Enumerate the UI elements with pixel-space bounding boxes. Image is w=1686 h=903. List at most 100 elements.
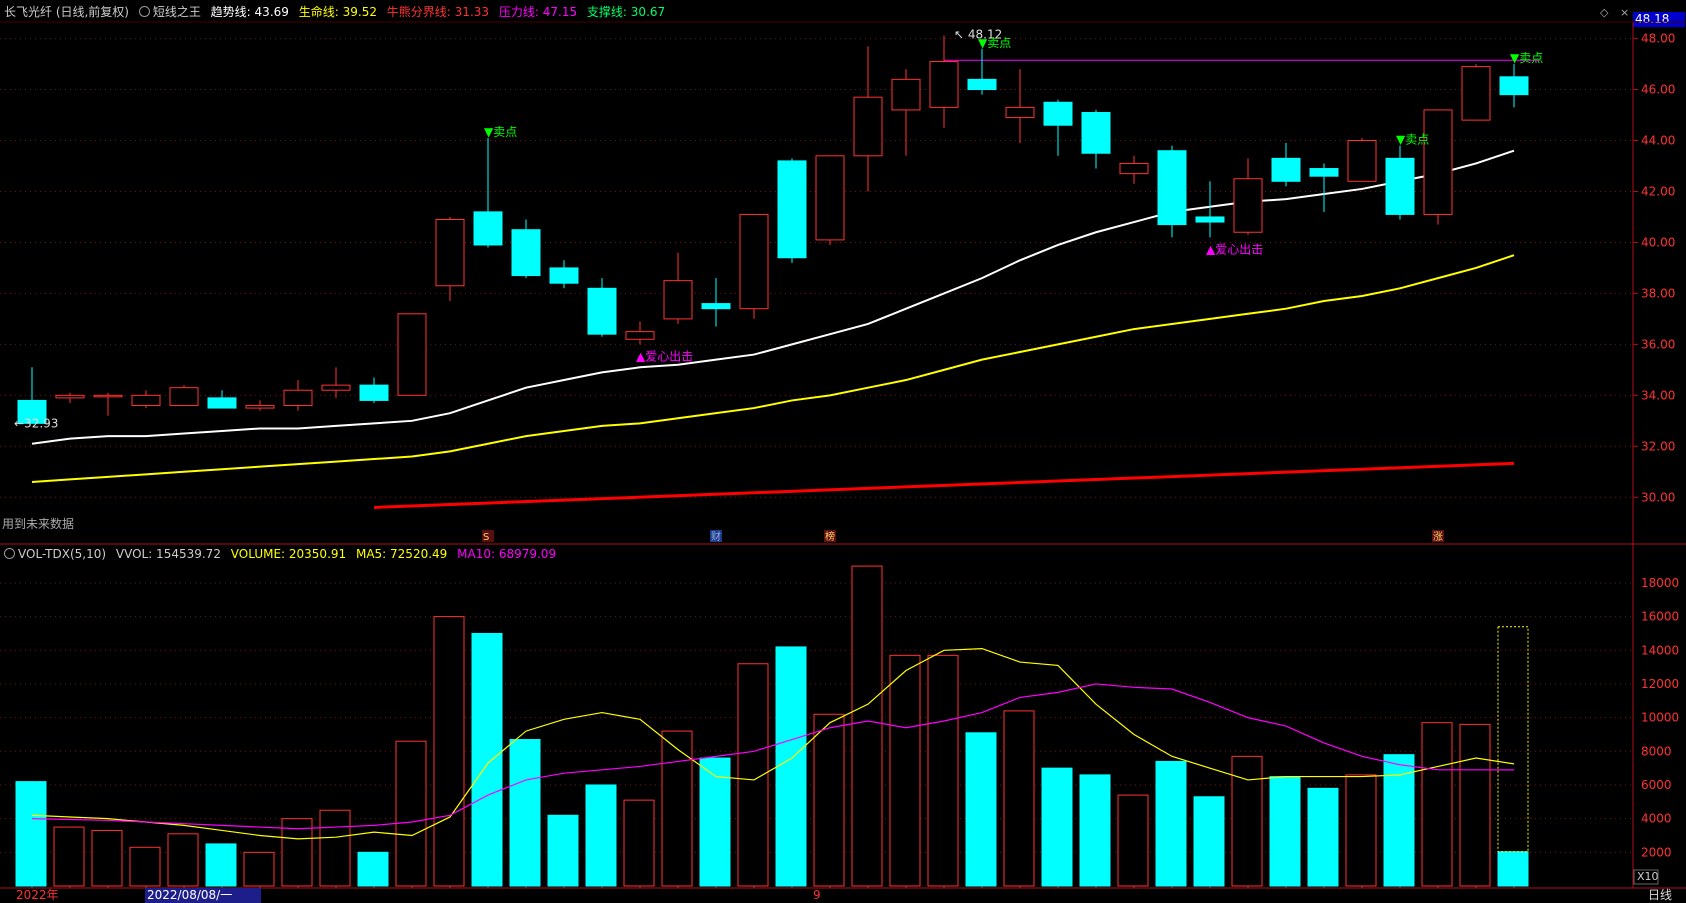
volume-bar[interactable] bbox=[585, 784, 617, 887]
life-line bbox=[31, 254, 1515, 483]
candle-body[interactable] bbox=[1043, 101, 1073, 126]
volume-bar[interactable] bbox=[15, 781, 47, 887]
projected-volume-box bbox=[1497, 626, 1529, 853]
candle-body[interactable] bbox=[1233, 178, 1263, 233]
candle-body[interactable] bbox=[131, 394, 161, 407]
volume-bar[interactable] bbox=[167, 833, 199, 887]
volume-bar[interactable] bbox=[1307, 787, 1339, 887]
candle-body[interactable] bbox=[511, 229, 541, 277]
candle-body[interactable] bbox=[739, 213, 769, 310]
volume-bars[interactable] bbox=[15, 565, 1529, 887]
candle-body[interactable] bbox=[55, 394, 85, 399]
volume-bar[interactable] bbox=[129, 846, 161, 887]
candle-body[interactable] bbox=[1461, 66, 1491, 121]
volume-bar[interactable] bbox=[1003, 710, 1035, 887]
volume-tick-label: 8000 bbox=[1641, 744, 1672, 758]
buy-signal: ▲爱心出击 bbox=[1206, 242, 1263, 256]
volume-bar[interactable] bbox=[91, 829, 123, 887]
candle-body[interactable] bbox=[283, 389, 313, 407]
candle-body[interactable] bbox=[549, 267, 579, 284]
candle-body[interactable] bbox=[1119, 162, 1149, 175]
volume-bar[interactable] bbox=[243, 851, 275, 887]
volume-bar[interactable] bbox=[53, 826, 85, 887]
event-marker-label: 榜 bbox=[825, 530, 835, 543]
candle-body[interactable] bbox=[1271, 157, 1301, 182]
volume-tick-label: 2000 bbox=[1641, 845, 1672, 859]
candle-body[interactable] bbox=[625, 331, 655, 340]
candle-body[interactable] bbox=[473, 211, 503, 246]
low-price-label: ←32.93 bbox=[14, 417, 58, 431]
candle-body[interactable] bbox=[1423, 109, 1453, 215]
volume-bar[interactable] bbox=[1079, 774, 1111, 887]
candle-body[interactable] bbox=[1157, 150, 1187, 226]
price-tick-label: 38.00 bbox=[1641, 286, 1675, 300]
volume-bar[interactable] bbox=[1041, 767, 1073, 887]
candle-body[interactable] bbox=[1309, 168, 1339, 177]
volume-tick-label: 16000 bbox=[1641, 610, 1679, 624]
event-marker-label: S bbox=[483, 532, 489, 543]
candles[interactable] bbox=[17, 35, 1529, 424]
candle-body[interactable] bbox=[435, 219, 465, 287]
volume-bar[interactable] bbox=[1269, 776, 1301, 887]
candle-body[interactable] bbox=[321, 384, 351, 391]
candle-body[interactable] bbox=[359, 384, 389, 401]
candle-body[interactable] bbox=[1195, 216, 1225, 223]
volume-bar[interactable] bbox=[1155, 760, 1187, 887]
price-tick-label: 34.00 bbox=[1641, 388, 1675, 402]
price-tick-label: 36.00 bbox=[1641, 337, 1675, 351]
candle-body[interactable] bbox=[397, 313, 427, 396]
candle-body[interactable] bbox=[929, 61, 959, 108]
volume-tick-label: 18000 bbox=[1641, 576, 1679, 590]
volume-tick-label: 12000 bbox=[1641, 677, 1679, 691]
volume-bar[interactable] bbox=[851, 565, 883, 887]
candle-body[interactable] bbox=[967, 78, 997, 91]
candle-body[interactable] bbox=[815, 155, 845, 241]
candle-body[interactable] bbox=[1499, 76, 1529, 96]
candle-body[interactable] bbox=[207, 397, 237, 409]
volume-bar[interactable] bbox=[319, 809, 351, 887]
volume-bar[interactable] bbox=[623, 799, 655, 887]
candle-body[interactable] bbox=[245, 405, 275, 409]
price-tick-label: 48.00 bbox=[1641, 32, 1675, 46]
volume-bar[interactable] bbox=[1459, 723, 1491, 887]
volume-bar[interactable] bbox=[205, 843, 237, 887]
candle-body[interactable] bbox=[701, 303, 731, 310]
volume-bar[interactable] bbox=[1117, 794, 1149, 887]
candle-body[interactable] bbox=[1385, 157, 1415, 215]
candle-body[interactable] bbox=[1347, 140, 1377, 182]
volume-bar[interactable] bbox=[889, 654, 921, 887]
candle-body[interactable] bbox=[663, 280, 693, 320]
candle-body[interactable] bbox=[93, 394, 123, 398]
sell-signal: ▼卖点 bbox=[1396, 133, 1429, 147]
period-label[interactable]: 日线 bbox=[1648, 888, 1672, 902]
candle-body[interactable] bbox=[1081, 111, 1111, 154]
sell-signal: ▼卖点 bbox=[978, 36, 1011, 50]
volume-bar[interactable] bbox=[1421, 722, 1453, 887]
volume-bar[interactable] bbox=[357, 851, 389, 887]
candle-body[interactable] bbox=[1005, 106, 1035, 119]
volume-bar[interactable] bbox=[1345, 774, 1377, 887]
volume-bar[interactable] bbox=[813, 713, 845, 887]
volume-bar[interactable] bbox=[395, 740, 427, 887]
volume-bar[interactable] bbox=[1497, 851, 1529, 887]
volume-bar[interactable] bbox=[433, 616, 465, 887]
candle-body[interactable] bbox=[587, 287, 617, 335]
volume-tick-label: 6000 bbox=[1641, 778, 1672, 792]
volume-bar[interactable] bbox=[547, 814, 579, 887]
volume-bar[interactable] bbox=[965, 732, 997, 887]
volume-bar[interactable] bbox=[661, 730, 693, 887]
candle-body[interactable] bbox=[777, 160, 807, 259]
volume-bar[interactable] bbox=[471, 632, 503, 887]
volume-bar[interactable] bbox=[927, 654, 959, 887]
candle-body[interactable] bbox=[853, 96, 883, 157]
candle-body[interactable] bbox=[169, 387, 199, 407]
scale-x10-label[interactable]: X10 bbox=[1637, 870, 1659, 883]
volume-bar[interactable] bbox=[775, 646, 807, 887]
sell-signal: ▼卖点 bbox=[484, 125, 517, 139]
stock-chart[interactable]: 48.00 46.00 44.00 42.00 40.00 38.00 36.00 34.00… bbox=[0, 0, 1686, 903]
candle-body[interactable] bbox=[891, 78, 921, 111]
event-marker-label: 涨 bbox=[1433, 531, 1443, 543]
volume-bar[interactable] bbox=[509, 739, 541, 887]
volume-bar[interactable] bbox=[1193, 796, 1225, 887]
price-tick-label: 46.00 bbox=[1641, 83, 1675, 97]
